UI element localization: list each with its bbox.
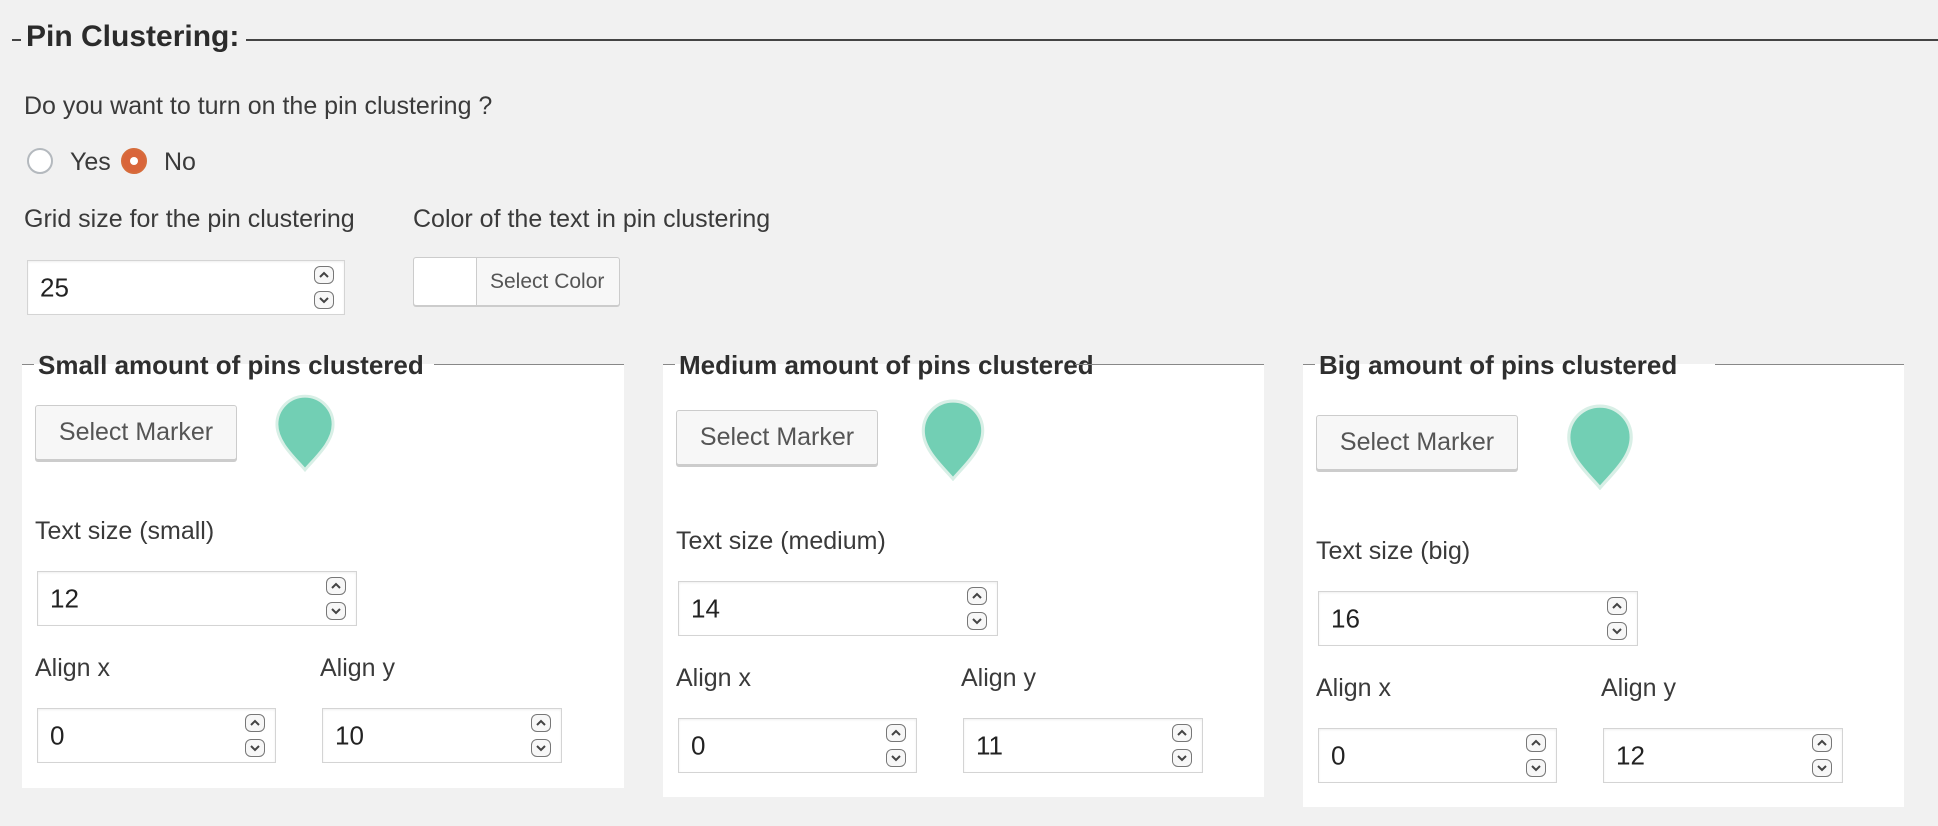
- section-legend-line-left: [12, 39, 21, 41]
- radio-yes-label[interactable]: Yes: [70, 148, 111, 177]
- radio-no-label[interactable]: No: [164, 148, 196, 177]
- spin-up-icon[interactable]: [1526, 734, 1546, 752]
- align-x-value-small: 0: [50, 720, 65, 750]
- section-title: Pin Clustering:: [26, 20, 240, 53]
- spin-up-icon[interactable]: [326, 577, 346, 595]
- select-marker-button-small[interactable]: Select Marker: [35, 405, 237, 460]
- text-size-value-big: 16: [1331, 603, 1360, 633]
- marker-pin-icon-big: [1567, 404, 1633, 490]
- section-legend-line-right: [246, 39, 1938, 41]
- align-y-label-small: Align y: [320, 654, 396, 682]
- spin-up-icon[interactable]: [531, 714, 551, 732]
- spin-up-icon[interactable]: [1607, 597, 1627, 615]
- align-x-label-medium: Align x: [676, 664, 752, 692]
- spin-down-icon[interactable]: [1812, 759, 1832, 777]
- text-size-input-small[interactable]: 12: [37, 571, 357, 626]
- grid-size-input[interactable]: 25: [27, 260, 345, 315]
- spin-down-icon[interactable]: [967, 612, 987, 630]
- align-y-input-medium[interactable]: 11: [963, 718, 1203, 773]
- spin-up-icon[interactable]: [245, 714, 265, 732]
- select-color-label: Select Color: [490, 269, 605, 293]
- panel-big-line-right: [1715, 364, 1904, 365]
- align-y-label-big: Align y: [1601, 674, 1677, 702]
- select-color-button[interactable]: Select Color: [413, 257, 620, 306]
- text-size-value-small: 12: [50, 583, 79, 613]
- spin-down-icon[interactable]: [1172, 749, 1192, 767]
- grid-size-label: Grid size for the pin clustering: [24, 205, 355, 233]
- spin-up-icon[interactable]: [1172, 724, 1192, 742]
- spin-down-icon[interactable]: [245, 739, 265, 757]
- align-x-value-big: 0: [1331, 740, 1346, 770]
- spin-down-icon[interactable]: [886, 749, 906, 767]
- panel-medium-line-left: [663, 364, 675, 365]
- radio-yes[interactable]: [27, 148, 53, 174]
- text-size-value-medium: 14: [691, 593, 720, 623]
- align-x-input-medium[interactable]: 0: [678, 718, 917, 773]
- panel-small-title: Small amount of pins clustered: [38, 350, 424, 380]
- align-x-label-small: Align x: [35, 654, 111, 682]
- panel-medium-title: Medium amount of pins clustered: [679, 350, 1094, 380]
- select-marker-button-medium[interactable]: Select Marker: [676, 410, 878, 465]
- text-size-label-big: Text size (big): [1316, 537, 1471, 565]
- panel-small-line-right: [434, 364, 624, 365]
- spin-up-icon[interactable]: [314, 266, 334, 284]
- align-y-value-big: 12: [1616, 740, 1645, 770]
- align-x-input-small[interactable]: 0: [37, 708, 276, 763]
- select-marker-button-big[interactable]: Select Marker: [1316, 415, 1518, 470]
- panel-small-line-left: [22, 364, 34, 365]
- spin-down-icon[interactable]: [314, 291, 334, 309]
- panel-big-line-left: [1303, 364, 1315, 365]
- spin-down-icon[interactable]: [1526, 759, 1546, 777]
- panel-medium-line-right: [1075, 364, 1264, 365]
- panel-big-title: Big amount of pins clustered: [1319, 350, 1678, 380]
- text-color-label: Color of the text in pin clustering: [413, 205, 771, 233]
- spin-down-icon[interactable]: [326, 602, 346, 620]
- align-y-value-medium: 11: [976, 730, 1003, 760]
- text-size-input-big[interactable]: 16: [1318, 591, 1638, 646]
- grid-size-value: 25: [40, 272, 69, 302]
- marker-pin-icon-medium: [921, 399, 985, 481]
- radio-no[interactable]: [121, 148, 147, 174]
- color-swatch: [414, 258, 477, 305]
- align-y-input-small[interactable]: 10: [322, 708, 562, 763]
- text-size-label-medium: Text size (medium): [676, 527, 886, 555]
- spin-down-icon[interactable]: [1607, 622, 1627, 640]
- align-y-input-big[interactable]: 12: [1603, 728, 1843, 783]
- clustering-question: Do you want to turn on the pin clusterin…: [24, 92, 493, 120]
- spin-up-icon[interactable]: [1812, 734, 1832, 752]
- spin-down-icon[interactable]: [531, 739, 551, 757]
- spin-up-icon[interactable]: [886, 724, 906, 742]
- text-size-label-small: Text size (small): [35, 517, 215, 545]
- align-x-label-big: Align x: [1316, 674, 1392, 702]
- align-x-input-big[interactable]: 0: [1318, 728, 1557, 783]
- align-x-value-medium: 0: [691, 730, 706, 760]
- align-y-value-small: 10: [335, 720, 364, 750]
- align-y-label-medium: Align y: [961, 664, 1037, 692]
- text-size-input-medium[interactable]: 14: [678, 581, 998, 636]
- marker-pin-icon-small: [275, 394, 335, 472]
- spin-up-icon[interactable]: [967, 587, 987, 605]
